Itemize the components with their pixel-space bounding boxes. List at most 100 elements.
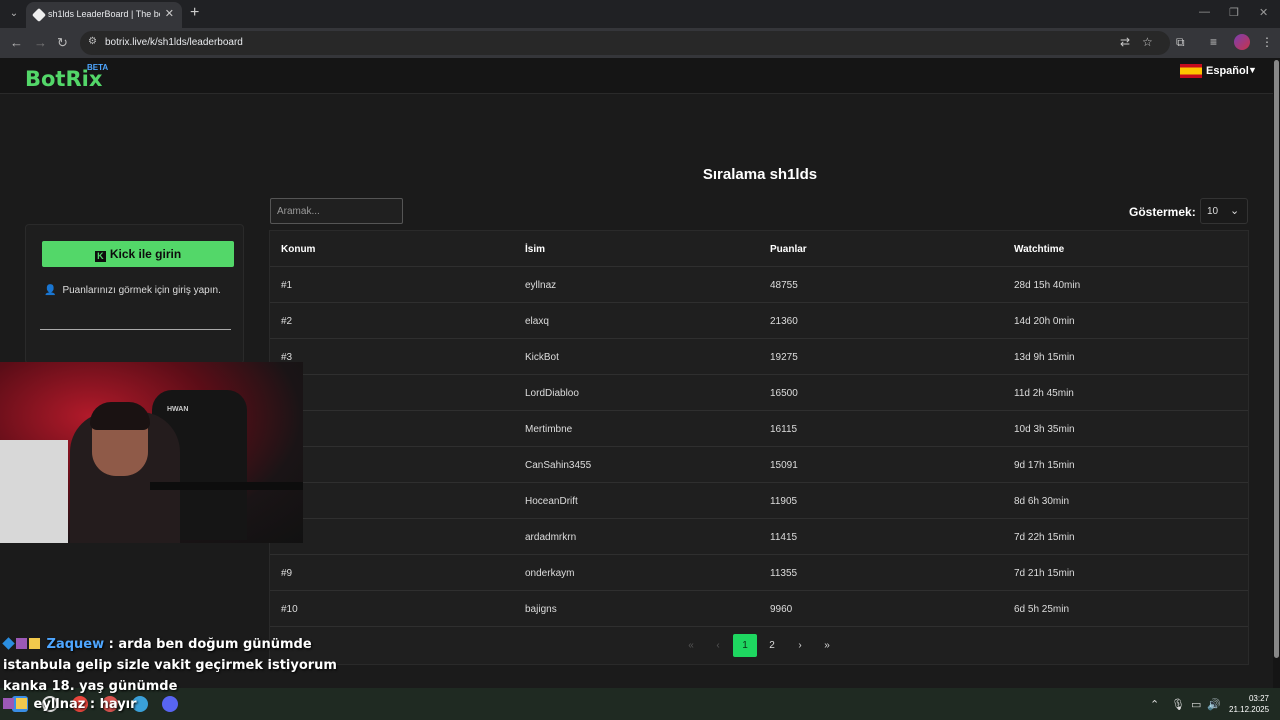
webcam-overlay: HWAN: [0, 362, 303, 543]
header-watchtime[interactable]: Watchtime: [1014, 244, 1064, 255]
back-icon[interactable]: ←: [10, 35, 23, 50]
bookmark-star-icon[interactable]: ☆: [1142, 35, 1153, 49]
kick-login-label: Kick ile girin: [109, 247, 182, 261]
table-row: #9 onderkaym 11355 7d 21h 15min: [270, 555, 1248, 591]
cell-name: KickBot: [525, 352, 559, 363]
cell-name: Mertimbne: [525, 424, 573, 435]
cell-watchtime: 7d 21h 15min: [1014, 568, 1075, 579]
table-row: #3 KickBot 19275 13d 9h 15min: [270, 339, 1248, 375]
mic-arm: [150, 482, 303, 490]
new-tab-icon[interactable]: +: [190, 4, 199, 22]
restore-icon[interactable]: ❐: [1229, 6, 1239, 19]
cell-rank: #1: [281, 280, 293, 291]
chat-text: : hayır: [89, 697, 137, 712]
cell-watchtime: 7d 22h 15min: [1014, 532, 1075, 543]
tab-search-icon[interactable]: ⌄: [6, 6, 22, 22]
cell-rank: #2: [281, 316, 293, 327]
network-icon[interactable]: ▭: [1191, 698, 1201, 711]
search-input[interactable]: [270, 198, 403, 224]
show-entries-select[interactable]: 10 ⌄: [1200, 198, 1248, 224]
chevron-down-icon[interactable]: ▼: [1248, 65, 1257, 75]
header-points[interactable]: Puanlar: [770, 244, 807, 255]
kick-logo-icon: K: [94, 251, 106, 262]
cell-name: ardadmrkrn: [525, 532, 577, 543]
cell-points: 16115: [770, 424, 798, 435]
media-queue-icon[interactable]: ≡: [1210, 35, 1217, 49]
extensions-icon[interactable]: ⧉: [1176, 35, 1185, 50]
table-row: #1 eyllnaz 48755 28d 15h 40min: [270, 267, 1248, 303]
table-row: CanSahin3455 15091 9d 17h 15min: [270, 447, 1248, 483]
cell-watchtime: 11d 2h 45min: [1014, 388, 1074, 399]
show-entries-value: 10: [1207, 206, 1219, 217]
cell-watchtime: 6d 5h 25min: [1014, 604, 1070, 615]
header-name[interactable]: İsim: [525, 244, 545, 255]
table-header-row: Konum İsim Puanlar Watchtime: [270, 231, 1248, 267]
cell-points: 11355: [770, 568, 798, 579]
cell-name: onderkaym: [525, 568, 575, 579]
translate-icon[interactable]: ⇄: [1120, 35, 1130, 49]
cell-name: LordDiabloo: [525, 388, 579, 399]
page-title: Sıralama sh1lds: [702, 166, 818, 183]
cell-watchtime: 28d 15h 40min: [1014, 280, 1081, 291]
chat-badge-icon: [16, 638, 27, 649]
tab-close-icon[interactable]: ✕: [165, 7, 174, 20]
chat-username: eyllnaz: [33, 697, 86, 712]
cell-points: 11905: [770, 496, 798, 507]
language-selector[interactable]: Español: [1206, 65, 1249, 77]
show-entries-label: Göstermek:: [1129, 205, 1196, 219]
webcam-hair: [90, 402, 150, 430]
discord-icon[interactable]: [162, 696, 178, 712]
tab-favicon-icon: [31, 7, 47, 23]
stream-chat-message: Zaquew : arda ben doğum günümde istanbul…: [2, 634, 343, 697]
url-bar[interactable]: ⚙ botrix.live/k/sh1lds/leaderboard: [80, 31, 1170, 55]
cell-watchtime: 14d 20h 0min: [1014, 316, 1075, 327]
forward-icon[interactable]: →: [34, 35, 47, 50]
taskbar-clock[interactable]: 03:27 21.12.2025: [1229, 693, 1269, 715]
beta-badge: BETA: [87, 63, 109, 72]
spain-flag-icon[interactable]: [1180, 64, 1202, 78]
pagination-last[interactable]: »: [815, 634, 839, 657]
webcam-monitor: [0, 440, 68, 543]
cell-points: 16500: [770, 388, 798, 399]
cell-watchtime: 13d 9h 15min: [1014, 352, 1075, 363]
pagination-first[interactable]: «: [679, 634, 703, 657]
pagination-page-1[interactable]: 1: [733, 634, 757, 657]
pagination-prev[interactable]: ‹: [706, 634, 730, 657]
browser-menu-icon[interactable]: ⋮: [1261, 35, 1273, 49]
cell-points: 15091: [770, 460, 798, 471]
cell-points: 48755: [770, 280, 798, 291]
reload-icon[interactable]: ↻: [57, 35, 68, 51]
chevron-down-icon: ⌄: [1230, 205, 1240, 217]
table-row: HoceanDrift 11905 8d 6h 30min: [270, 483, 1248, 519]
table-row: Mertimbne 16115 10d 3h 35min: [270, 411, 1248, 447]
site-info-icon[interactable]: ⚙: [88, 36, 97, 47]
cell-points: 11415: [770, 532, 798, 543]
browser-tab[interactable]: sh1lds LeaderBoard | The best C ✕: [26, 2, 182, 28]
minimize-icon[interactable]: —: [1199, 6, 1210, 18]
header-rank[interactable]: Konum: [281, 244, 315, 255]
cell-watchtime: 8d 6h 30min: [1014, 496, 1070, 507]
kick-login-button[interactable]: K Kick ile girin: [42, 241, 234, 267]
login-hint-text: Puanlarınızı görmek için giriş yapın.: [62, 285, 221, 296]
close-window-icon[interactable]: ✕: [1259, 6, 1268, 19]
cell-rank: #9: [281, 568, 293, 579]
cell-rank: #10: [281, 604, 298, 615]
chat-badge-icon: [2, 637, 15, 650]
microphone-icon[interactable]: 🎙: [1171, 698, 1185, 711]
scrollbar-thumb[interactable]: [1274, 60, 1279, 658]
pagination-next[interactable]: ›: [788, 634, 812, 657]
chat-badge-icon: [29, 638, 40, 649]
chat-badge-icon: [16, 698, 27, 709]
profile-avatar[interactable]: [1234, 34, 1250, 50]
browser-tabbar: ⌄ sh1lds LeaderBoard | The best C ✕ + — …: [0, 0, 1280, 28]
volume-icon[interactable]: 🔊: [1207, 698, 1221, 711]
clock-time: 03:27: [1248, 694, 1269, 703]
cell-name: bajigns: [525, 604, 557, 615]
pagination-page-2[interactable]: 2: [760, 634, 784, 657]
leaderboard-table: Konum İsim Puanlar Watchtime #1 eyllnaz 48…: [269, 230, 1249, 665]
table-row: #2 elaxq 21360 14d 20h 0min: [270, 303, 1248, 339]
cell-name: eyllnaz: [525, 280, 557, 291]
url-text[interactable]: botrix.live/k/sh1lds/leaderboard: [105, 37, 243, 48]
table-row: LordDiabloo 16500 11d 2h 45min: [270, 375, 1248, 411]
tray-chevron-icon[interactable]: ⌃: [1150, 698, 1159, 711]
